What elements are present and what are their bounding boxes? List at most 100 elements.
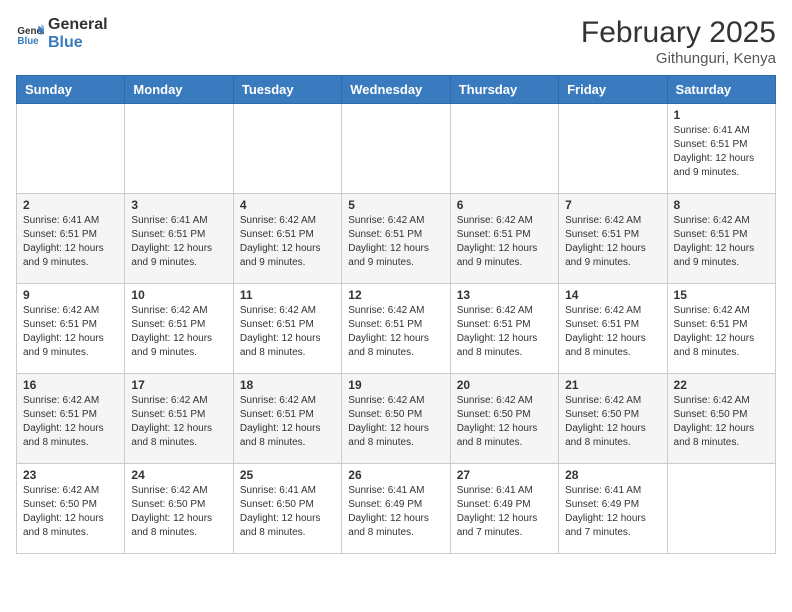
location-subtitle: Githunguri, Kenya bbox=[581, 50, 776, 67]
calendar-cell bbox=[17, 104, 125, 194]
calendar-cell: 21 Sunrise: 6:42 AM Sunset: 6:50 PM Dayli… bbox=[559, 374, 667, 464]
day-info: Sunrise: 6:42 AM Sunset: 6:51 PM Dayligh… bbox=[674, 214, 769, 270]
day-number: 2 bbox=[23, 198, 118, 212]
day-number: 24 bbox=[131, 468, 226, 482]
day-info: Sunrise: 6:42 AM Sunset: 6:51 PM Dayligh… bbox=[457, 304, 552, 360]
calendar-cell: 11 Sunrise: 6:42 AM Sunset: 6:51 PM Dayli… bbox=[233, 284, 341, 374]
calendar-cell: 19 Sunrise: 6:42 AM Sunset: 6:50 PM Dayli… bbox=[342, 374, 450, 464]
logo-icon: General Blue bbox=[16, 20, 44, 48]
week-row-3: 9Sunrise: 6:42 AM Sunset: 6:51 PM Daylig… bbox=[17, 284, 776, 374]
day-info: Sunrise: 6:42 AM Sunset: 6:51 PM Dayligh… bbox=[348, 304, 443, 360]
day-number: 20 bbox=[457, 378, 552, 392]
day-number: 3 bbox=[131, 198, 226, 212]
day-number: 10 bbox=[131, 288, 226, 302]
weekday-header-monday: Monday bbox=[125, 76, 233, 104]
day-number: 21 bbox=[565, 378, 660, 392]
calendar-cell: 25 Sunrise: 6:41 AM Sunset: 6:50 PM Dayli… bbox=[233, 464, 341, 554]
calendar-cell: 24 Sunrise: 6:42 AM Sunset: 6:50 PM Dayli… bbox=[125, 464, 233, 554]
week-row-1: 1 Sunrise: 6:41 AM Sunset: 6:51 PM Daylig… bbox=[17, 104, 776, 194]
day-info: Sunrise: 6:42 AM Sunset: 6:51 PM Dayligh… bbox=[131, 304, 226, 360]
weekday-header-friday: Friday bbox=[559, 76, 667, 104]
calendar-cell: 6Sunrise: 6:42 AM Sunset: 6:51 PM Daylig… bbox=[450, 194, 558, 284]
day-number: 23 bbox=[23, 468, 118, 482]
title-block: February 2025 Githunguri, Kenya bbox=[581, 16, 776, 67]
day-number: 8 bbox=[674, 198, 769, 212]
day-number: 5 bbox=[348, 198, 443, 212]
calendar-cell: 18Sunrise: 6:42 AM Sunset: 6:51 PM Dayli… bbox=[233, 374, 341, 464]
weekday-header-sunday: Sunday bbox=[17, 76, 125, 104]
day-info: Sunrise: 6:42 AM Sunset: 6:51 PM Dayligh… bbox=[240, 214, 335, 270]
calendar-cell: 4 Sunrise: 6:42 AM Sunset: 6:51 PM Daylig… bbox=[233, 194, 341, 284]
weekday-header-tuesday: Tuesday bbox=[233, 76, 341, 104]
calendar-cell: 10 Sunrise: 6:42 AM Sunset: 6:51 PM Dayli… bbox=[125, 284, 233, 374]
calendar-table: SundayMondayTuesdayWednesdayThursdayFrid… bbox=[16, 75, 776, 554]
day-number: 14 bbox=[565, 288, 660, 302]
calendar-cell bbox=[667, 464, 775, 554]
day-info: Sunrise: 6:42 AM Sunset: 6:51 PM Dayligh… bbox=[23, 394, 118, 450]
calendar-cell bbox=[125, 104, 233, 194]
logo-blue: Blue bbox=[48, 34, 108, 52]
calendar-cell: 14 Sunrise: 6:42 AM Sunset: 6:51 PM Dayli… bbox=[559, 284, 667, 374]
logo-general: General bbox=[48, 16, 108, 34]
day-number: 7 bbox=[565, 198, 660, 212]
calendar-cell: 2Sunrise: 6:41 AM Sunset: 6:51 PM Daylig… bbox=[17, 194, 125, 284]
day-number: 18 bbox=[240, 378, 335, 392]
calendar-cell: 28Sunrise: 6:41 AM Sunset: 6:49 PM Dayli… bbox=[559, 464, 667, 554]
day-info: Sunrise: 6:41 AM Sunset: 6:51 PM Dayligh… bbox=[674, 124, 769, 180]
weekday-header-wednesday: Wednesday bbox=[342, 76, 450, 104]
calendar-cell: 20 Sunrise: 6:42 AM Sunset: 6:50 PM Dayli… bbox=[450, 374, 558, 464]
weekday-header-thursday: Thursday bbox=[450, 76, 558, 104]
calendar-cell: 9Sunrise: 6:42 AM Sunset: 6:51 PM Daylig… bbox=[17, 284, 125, 374]
calendar-cell: 7Sunrise: 6:42 AM Sunset: 6:51 PM Daylig… bbox=[559, 194, 667, 284]
day-number: 19 bbox=[348, 378, 443, 392]
day-info: Sunrise: 6:42 AM Sunset: 6:50 PM Dayligh… bbox=[23, 484, 118, 540]
week-row-2: 2 Sunrise: 6:41 AM Sunset: 6:51 PM Daylig… bbox=[17, 194, 776, 284]
month-title: February 2025 bbox=[581, 16, 776, 50]
day-number: 11 bbox=[240, 288, 335, 302]
calendar-cell: 26 Sunrise: 6:41 AM Sunset: 6:49 PM Dayli… bbox=[342, 464, 450, 554]
day-info: Sunrise: 6:41 AM Sunset: 6:51 PM Dayligh… bbox=[131, 214, 226, 270]
page-header: General Blue General Blue February 2025 … bbox=[16, 16, 776, 67]
day-info: Sunrise: 6:41 AM Sunset: 6:50 PM Dayligh… bbox=[240, 484, 335, 540]
calendar-cell bbox=[233, 104, 341, 194]
day-number: 4 bbox=[240, 198, 335, 212]
day-info: Sunrise: 6:42 AM Sunset: 6:51 PM Dayligh… bbox=[240, 304, 335, 360]
calendar-cell: 12Sunrise: 6:42 AM Sunset: 6:51 PM Dayli… bbox=[342, 284, 450, 374]
calendar-cell: 16 Sunrise: 6:42 AM Sunset: 6:51 PM Dayli… bbox=[17, 374, 125, 464]
calendar-cell: 27Sunrise: 6:41 AM Sunset: 6:49 PM Dayli… bbox=[450, 464, 558, 554]
calendar-cell bbox=[342, 104, 450, 194]
svg-text:Blue: Blue bbox=[17, 35, 39, 46]
day-info: Sunrise: 6:42 AM Sunset: 6:50 PM Dayligh… bbox=[131, 484, 226, 540]
weekday-header-saturday: Saturday bbox=[667, 76, 775, 104]
day-info: Sunrise: 6:42 AM Sunset: 6:51 PM Dayligh… bbox=[348, 214, 443, 270]
day-info: Sunrise: 6:42 AM Sunset: 6:50 PM Dayligh… bbox=[674, 394, 769, 450]
day-info: Sunrise: 6:41 AM Sunset: 6:49 PM Dayligh… bbox=[348, 484, 443, 540]
day-info: Sunrise: 6:42 AM Sunset: 6:50 PM Dayligh… bbox=[348, 394, 443, 450]
day-number: 16 bbox=[23, 378, 118, 392]
logo: General Blue General Blue bbox=[16, 16, 108, 51]
calendar-cell: 8 Sunrise: 6:42 AM Sunset: 6:51 PM Daylig… bbox=[667, 194, 775, 284]
calendar-cell: 23 Sunrise: 6:42 AM Sunset: 6:50 PM Dayli… bbox=[17, 464, 125, 554]
day-info: Sunrise: 6:42 AM Sunset: 6:50 PM Dayligh… bbox=[457, 394, 552, 450]
calendar-cell: 15Sunrise: 6:42 AM Sunset: 6:51 PM Dayli… bbox=[667, 284, 775, 374]
calendar-cell: 3 Sunrise: 6:41 AM Sunset: 6:51 PM Daylig… bbox=[125, 194, 233, 284]
day-number: 13 bbox=[457, 288, 552, 302]
day-info: Sunrise: 6:42 AM Sunset: 6:51 PM Dayligh… bbox=[565, 304, 660, 360]
day-info: Sunrise: 6:42 AM Sunset: 6:51 PM Dayligh… bbox=[131, 394, 226, 450]
day-number: 26 bbox=[348, 468, 443, 482]
calendar-cell: 1 Sunrise: 6:41 AM Sunset: 6:51 PM Daylig… bbox=[667, 104, 775, 194]
day-info: Sunrise: 6:42 AM Sunset: 6:51 PM Dayligh… bbox=[674, 304, 769, 360]
day-info: Sunrise: 6:41 AM Sunset: 6:49 PM Dayligh… bbox=[457, 484, 552, 540]
calendar-cell: 13 Sunrise: 6:42 AM Sunset: 6:51 PM Dayli… bbox=[450, 284, 558, 374]
day-info: Sunrise: 6:42 AM Sunset: 6:50 PM Dayligh… bbox=[565, 394, 660, 450]
day-info: Sunrise: 6:42 AM Sunset: 6:51 PM Dayligh… bbox=[23, 304, 118, 360]
calendar-cell bbox=[450, 104, 558, 194]
week-row-4: 16 Sunrise: 6:42 AM Sunset: 6:51 PM Dayli… bbox=[17, 374, 776, 464]
day-number: 1 bbox=[674, 108, 769, 122]
day-number: 28 bbox=[565, 468, 660, 482]
day-number: 22 bbox=[674, 378, 769, 392]
week-row-5: 23 Sunrise: 6:42 AM Sunset: 6:50 PM Dayli… bbox=[17, 464, 776, 554]
day-info: Sunrise: 6:42 AM Sunset: 6:51 PM Dayligh… bbox=[457, 214, 552, 270]
calendar-cell: 17Sunrise: 6:42 AM Sunset: 6:51 PM Dayli… bbox=[125, 374, 233, 464]
day-number: 25 bbox=[240, 468, 335, 482]
